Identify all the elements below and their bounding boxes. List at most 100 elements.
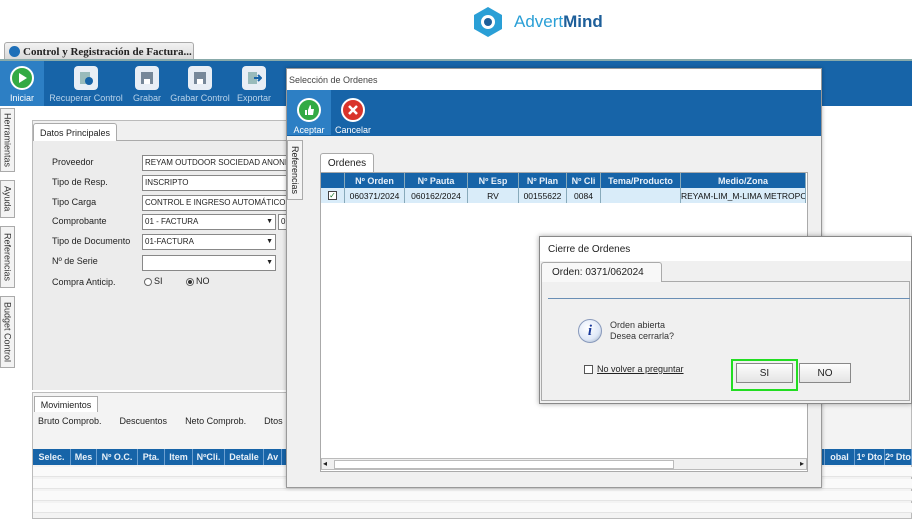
col-detalle[interactable]: Detalle	[225, 449, 264, 465]
no-volver-label: No volver a preguntar	[597, 364, 684, 374]
start-button[interactable]: Iniciar	[0, 61, 44, 106]
bruto-label: Bruto Comprob.	[38, 416, 102, 426]
side-tab-ayuda[interactable]: Ayuda	[0, 180, 15, 218]
aceptar-label: Aceptar	[293, 125, 325, 135]
cierre-title: Cierre de Ordenes	[540, 237, 911, 261]
col-pauta[interactable]: Nº Pauta	[405, 173, 468, 188]
row-checkbox[interactable]: ✓	[321, 188, 345, 203]
tab-label: Movimientos	[40, 399, 92, 410]
checkmark-icon: ✓	[328, 191, 337, 200]
export-label: Exportar	[236, 93, 271, 103]
cell-cli: 0084	[567, 188, 601, 203]
tipo-carga-label: Tipo Carga	[52, 197, 97, 207]
seleccion-toolbar: Aceptar Cancelar	[287, 90, 821, 136]
side-tab-herramientas[interactable]: Herramientas	[0, 108, 15, 172]
cierre-divider	[548, 298, 910, 299]
radio-label: NO	[196, 276, 210, 286]
scroll-left-icon[interactable]: ◂	[323, 459, 327, 468]
app-tab-label: Control y Registración de Factura...	[23, 45, 192, 58]
col-1dto[interactable]: 1º Dto	[855, 449, 885, 465]
col-pta[interactable]: Pta.	[138, 449, 165, 465]
tipo-carga-field[interactable]: CONTROL E INGRESO AUTOMÁTICO	[142, 195, 292, 211]
grid-empty-row	[33, 503, 912, 513]
table-row[interactable]: ✓ 060371/2024 060162/2024 RV 00155622 00…	[321, 188, 806, 203]
app-tab[interactable]: Control y Registración de Factura...	[4, 42, 194, 60]
save-button[interactable]: Grabar	[128, 61, 166, 106]
aceptar-button[interactable]: Aceptar	[287, 90, 331, 135]
info-icon: i	[578, 319, 602, 343]
no-button[interactable]: NO	[799, 363, 851, 383]
descuentos-label: Descuentos	[119, 416, 168, 426]
col-medio[interactable]: Medio/Zona	[681, 173, 806, 188]
tab-label: Datos Principales	[39, 127, 111, 138]
tipo-documento-label: Tipo de Documento	[52, 236, 131, 246]
compra-si-radio[interactable]: SI	[144, 276, 163, 286]
col-plan[interactable]: Nº Plan	[519, 173, 567, 188]
radio-checked-icon	[186, 277, 194, 286]
col-cli[interactable]: Nº Cli	[567, 173, 601, 188]
tab-datos-principales[interactable]: Datos Principales	[33, 123, 117, 141]
tipo-resp-field[interactable]: INSCRIPTO	[142, 175, 292, 191]
si-button[interactable]: SI	[736, 363, 793, 383]
cell-tema	[601, 188, 681, 203]
cell-plan: 00155622	[519, 188, 567, 203]
compra-no-radio[interactable]: NO	[186, 276, 210, 286]
col-global[interactable]: obal	[825, 449, 855, 465]
side-tab-label: Referencias	[290, 145, 300, 195]
cell-medio: REYAM-LIM_M-LIMA METROPO	[681, 188, 806, 203]
save-label: Grabar	[132, 93, 161, 103]
side-tab-label: Ayuda	[2, 186, 13, 212]
referencias-side-tab[interactable]: Referencias	[287, 140, 303, 200]
dtos-label: Dtos	[264, 416, 283, 426]
cancelar-button[interactable]: Cancelar	[331, 90, 375, 135]
cierre-message-1: Orden abierta	[610, 320, 666, 330]
col-check[interactable]	[321, 173, 345, 188]
cell-esp: RV	[468, 188, 519, 203]
col-selec[interactable]: Selec.	[33, 449, 71, 465]
side-tab-label: Herramientas	[2, 112, 13, 168]
no-volver-checkbox[interactable]: No volver a preguntar	[584, 364, 684, 374]
col-mes[interactable]: Mes	[71, 449, 97, 465]
side-tab-label: Budget Control	[2, 301, 13, 363]
tab-ordenes[interactable]: Ordenes	[320, 153, 374, 172]
tab-orden[interactable]: Orden: 0371/062024	[541, 262, 662, 282]
grid-empty-row	[33, 491, 912, 501]
recover-control-button[interactable]: Recuperar Control	[44, 61, 128, 106]
col-ncli[interactable]: NºCli.	[193, 449, 225, 465]
col-item[interactable]: Item	[165, 449, 193, 465]
tab-movimientos[interactable]: Movimientos	[34, 396, 98, 412]
col-esp[interactable]: Nº Esp	[468, 173, 519, 188]
col-tema[interactable]: Tema/Producto	[601, 173, 681, 188]
tab-label: Ordenes	[327, 157, 367, 169]
tipo-resp-label: Tipo de Resp.	[52, 177, 108, 187]
cierre-message-2: Desea cerrarla?	[610, 331, 675, 341]
export-button[interactable]: Exportar	[234, 61, 274, 106]
recover-control-label: Recuperar Control	[49, 93, 123, 103]
cancelar-label: Cancelar	[334, 125, 372, 135]
cancel-icon	[341, 98, 365, 122]
checkbox-icon	[584, 364, 593, 374]
col-av[interactable]: Av	[264, 449, 282, 465]
save-icon	[135, 66, 159, 90]
scrollbar-thumb[interactable]	[334, 460, 674, 469]
side-tab-budget-control[interactable]: Budget Control	[0, 296, 15, 368]
seleccion-title: Selección de Ordenes	[287, 69, 821, 90]
tipo-documento-select[interactable]: 01-FACTURA	[142, 234, 276, 250]
recover-icon	[74, 66, 98, 90]
serie-select[interactable]	[142, 255, 276, 271]
col-2dto[interactable]: 2º Dto	[885, 449, 912, 465]
save-control-icon	[188, 66, 212, 90]
scroll-right-icon[interactable]: ▸	[800, 459, 804, 468]
horizontal-scrollbar[interactable]: ◂ ▸	[321, 458, 807, 470]
compra-anticip-label: Compra Anticip.	[52, 277, 116, 287]
cell-pauta: 060162/2024	[405, 188, 468, 203]
neto-label: Neto Comprob.	[185, 416, 247, 426]
comprobante-select[interactable]: 01 - FACTURA	[142, 214, 276, 230]
col-orden[interactable]: Nº Orden	[345, 173, 405, 188]
play-icon	[10, 66, 34, 90]
side-tab-referencias[interactable]: Referencias	[0, 226, 15, 288]
save-control-button[interactable]: Grabar Control	[166, 61, 234, 106]
proveedor-field[interactable]: REYAM OUTDOOR SOCIEDAD ANONIM	[142, 155, 292, 171]
col-oc[interactable]: Nº O.C.	[97, 449, 138, 465]
proveedor-label: Proveedor	[52, 157, 94, 167]
